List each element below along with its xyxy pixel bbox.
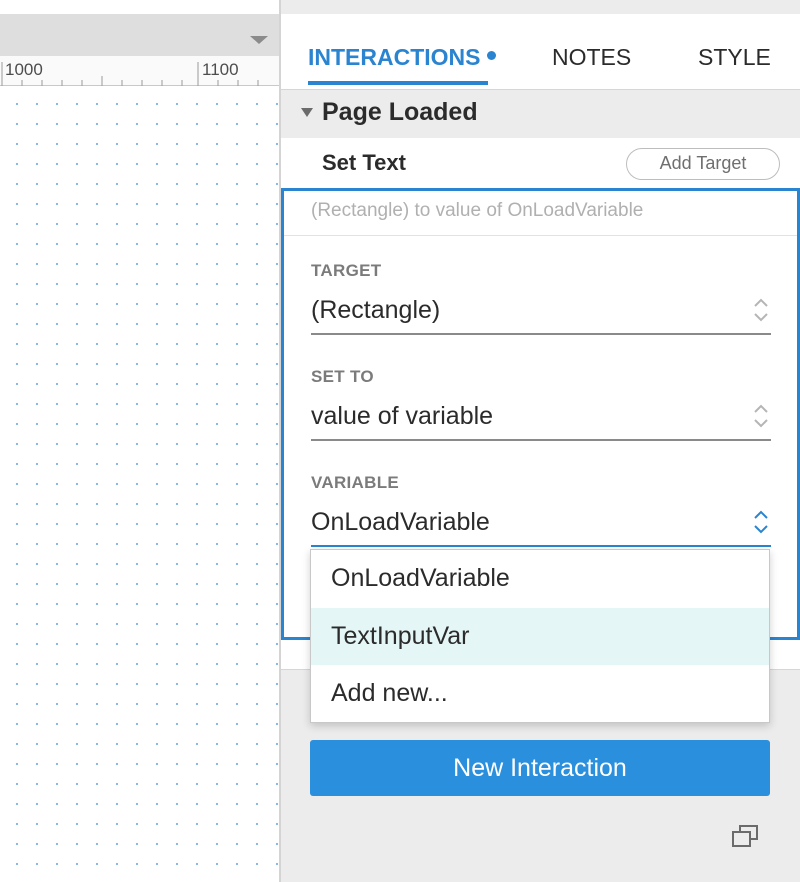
variable-value: OnLoadVariable	[311, 508, 490, 536]
up-down-chevron-icon	[754, 298, 768, 322]
ruler-label: 1100	[202, 60, 239, 79]
dropdown-option[interactable]: OnLoadVariable	[311, 550, 769, 607]
active-tab-underline	[308, 81, 488, 85]
panel-tabs: INTERACTIONS NOTES STYLE	[281, 14, 800, 90]
ruler-label: 1000	[5, 60, 43, 79]
new-interaction-button[interactable]: New Interaction	[310, 740, 770, 796]
horizontal-ruler: 1000 1100	[0, 56, 279, 86]
dropdown-option-highlighted[interactable]: TextInputVar	[311, 608, 769, 665]
tab-label: INTERACTIONS	[308, 44, 481, 70]
canvas-grid[interactable]	[0, 87, 279, 882]
variable-select[interactable]: OnLoadVariable	[311, 501, 771, 547]
variable-label: VARIABLE	[311, 473, 400, 492]
tab-style[interactable]: STYLE	[698, 44, 771, 71]
set-to-select[interactable]: value of variable	[311, 395, 771, 441]
panel-top-strip	[281, 0, 800, 14]
indicator-dot-icon	[486, 51, 496, 60]
target-value: (Rectangle)	[311, 296, 441, 324]
event-title: Page Loaded	[322, 98, 478, 126]
action-title: Set Text	[322, 150, 406, 175]
popout-window-icon[interactable]	[731, 824, 759, 848]
divider	[284, 235, 797, 236]
chevron-down-icon[interactable]	[250, 36, 268, 44]
up-down-chevron-icon	[754, 404, 768, 428]
event-header[interactable]: Page Loaded	[281, 90, 800, 138]
action-summary: (Rectangle) to value of OnLoadVariable	[311, 200, 644, 221]
caret-down-icon[interactable]	[301, 108, 313, 117]
tab-notes[interactable]: NOTES	[552, 44, 631, 71]
up-down-chevron-icon	[754, 510, 768, 534]
set-to-label: SET TO	[311, 367, 374, 386]
dropdown-option-add-new[interactable]: Add new...	[311, 665, 769, 722]
target-select[interactable]: (Rectangle)	[311, 289, 771, 335]
target-label: TARGET	[311, 261, 382, 280]
action-header: Set Text Add Target	[281, 138, 800, 188]
tab-interactions[interactable]: INTERACTIONS	[308, 44, 496, 71]
set-to-value: value of variable	[311, 402, 494, 430]
canvas-toolbar	[0, 14, 279, 56]
design-canvas[interactable]: 1000 1100	[0, 0, 279, 882]
variable-dropdown-menu: OnLoadVariable TextInputVar Add new...	[310, 549, 770, 723]
add-target-button[interactable]: Add Target	[626, 148, 780, 180]
